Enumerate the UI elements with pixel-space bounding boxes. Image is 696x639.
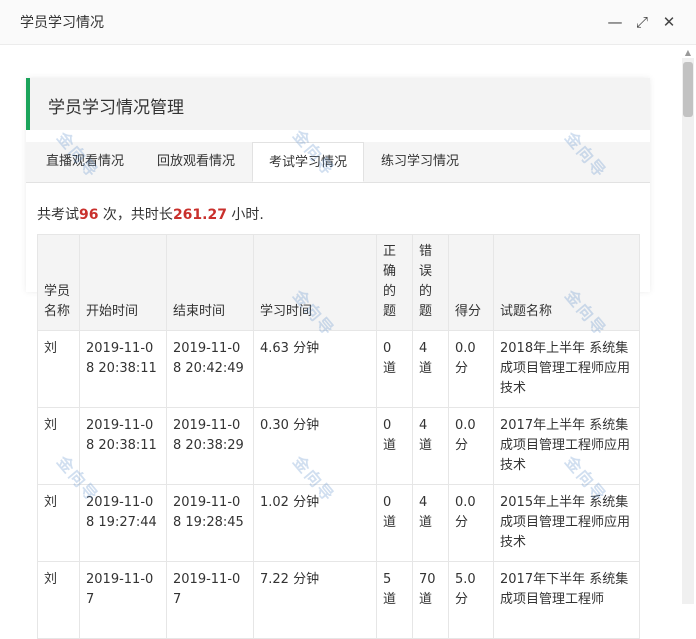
table-row: 刘 2019-11-08 20:38:11 2019-11-08 20:42:4… — [37, 330, 640, 408]
summary-prefix: 共考试 — [37, 207, 79, 223]
cell-exam-name: 2017年下半年 系统集成项目管理工程师 — [493, 561, 640, 639]
cell-wrong-count: 4 道 — [412, 330, 449, 408]
table-row: 刘 2019-11-08 20:38:11 2019-11-08 20:38:2… — [37, 407, 640, 485]
cell-start-time: 2019-11-08 19:27:44 — [79, 484, 167, 562]
cell-score: 0.0 分 — [448, 330, 494, 408]
header-wrong-count: 错误的题 — [412, 234, 449, 331]
cell-student-name: 刘 — [37, 407, 80, 485]
minimize-icon[interactable]: — — [606, 13, 624, 31]
cell-start-time: 2019-11-07 — [79, 561, 167, 639]
cell-wrong-count: 4 道 — [412, 484, 449, 562]
cell-wrong-count: 70 道 — [412, 561, 449, 639]
cell-correct-count: 0 道 — [376, 484, 413, 562]
exam-summary: 共考试96 次，共时长261.27 小时. — [37, 204, 264, 224]
header-student-name: 学员名称 — [37, 234, 80, 331]
scrollbar-thumb[interactable] — [683, 62, 693, 117]
window-title: 学员学习情况 — [20, 15, 104, 31]
cell-end-time: 2019-11-08 20:42:49 — [166, 330, 254, 408]
exam-count: 96 — [79, 207, 99, 223]
table-header-row: 学员名称 开始时间 结束时间 学习时间 正确的题 错误的题 得分 试题名称 — [37, 234, 640, 331]
cell-exam-name: 2018年上半年 系统集成项目管理工程师应用技术 — [493, 330, 640, 408]
cell-student-name: 刘 — [37, 561, 80, 639]
cell-end-time: 2019-11-08 20:38:29 — [166, 407, 254, 485]
window-titlebar: 学员学习情况 — ⤢ ✕ — [0, 0, 696, 45]
cell-score: 5.0 分 — [448, 561, 494, 639]
cell-study-time: 4.63 分钟 — [253, 330, 377, 408]
cell-wrong-count: 4 道 — [412, 407, 449, 485]
header-score: 得分 — [448, 234, 494, 331]
tab-practice-learning[interactable]: 练习学习情况 — [364, 142, 476, 182]
total-hours: 261.27 — [172, 207, 227, 223]
header-study-time: 学习时间 — [253, 234, 377, 331]
header-exam-name: 试题名称 — [493, 234, 640, 331]
cell-student-name: 刘 — [37, 484, 80, 562]
close-icon[interactable]: ✕ — [660, 13, 678, 31]
exam-records-table: 学员名称 开始时间 结束时间 学习时间 正确的题 错误的题 得分 试题名称 刘 … — [37, 234, 640, 639]
cell-exam-name: 2015年上半年 系统集成项目管理工程师应用技术 — [493, 484, 640, 562]
cell-start-time: 2019-11-08 20:38:11 — [79, 407, 167, 485]
cell-study-time: 0.30 分钟 — [253, 407, 377, 485]
cell-correct-count: 0 道 — [376, 407, 413, 485]
cell-study-time: 1.02 分钟 — [253, 484, 377, 562]
section-title: 学员学习情况管理 — [48, 98, 184, 118]
cell-correct-count: 0 道 — [376, 330, 413, 408]
maximize-icon[interactable]: ⤢ — [633, 13, 651, 31]
header-end-time: 结束时间 — [166, 234, 254, 331]
section-header: 学员学习情况管理 — [26, 78, 650, 130]
scroll-up-arrow-icon[interactable]: ▲ — [683, 48, 693, 58]
cell-start-time: 2019-11-08 20:38:11 — [79, 330, 167, 408]
tab-exam-learning[interactable]: 考试学习情况 — [252, 142, 364, 182]
cell-end-time: 2019-11-07 — [166, 561, 254, 639]
cell-end-time: 2019-11-08 19:28:45 — [166, 484, 254, 562]
vertical-scrollbar[interactable] — [682, 58, 694, 604]
cell-student-name: 刘 — [37, 330, 80, 408]
table-row: 刘 2019-11-08 19:27:44 2019-11-08 19:28:4… — [37, 484, 640, 562]
header-correct-count: 正确的题 — [376, 234, 413, 331]
header-start-time: 开始时间 — [79, 234, 167, 331]
summary-suffix: 小时. — [226, 207, 264, 223]
cell-exam-name: 2017年上半年 系统集成项目管理工程师应用技术 — [493, 407, 640, 485]
cell-correct-count: 5 道 — [376, 561, 413, 639]
cell-study-time: 7.22 分钟 — [253, 561, 377, 639]
cell-score: 0.0 分 — [448, 484, 494, 562]
tab-replay-viewing[interactable]: 回放观看情况 — [140, 142, 252, 182]
table-row: 刘 2019-11-07 2019-11-07 7.22 分钟 5 道 70 道… — [37, 561, 640, 639]
summary-middle: 次，共时长 — [98, 207, 173, 223]
cell-score: 0.0 分 — [448, 407, 494, 485]
tab-live-viewing[interactable]: 直播观看情况 — [30, 142, 140, 182]
